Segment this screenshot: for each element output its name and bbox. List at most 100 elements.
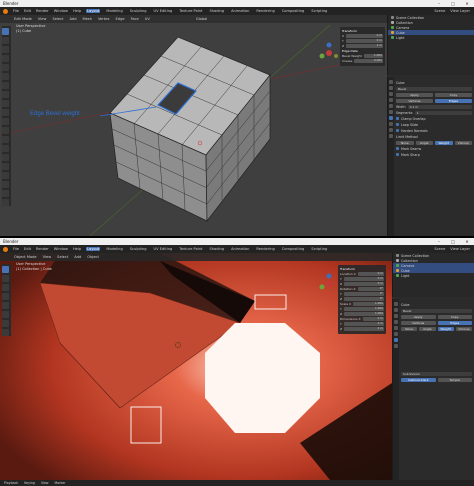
render-tab-icon[interactable] (394, 308, 398, 312)
apply-button[interactable]: Apply (401, 314, 436, 319)
tab-edges[interactable]: Edges (437, 320, 472, 325)
maximize-button[interactable]: □ (446, 239, 460, 244)
particles-tab-icon[interactable] (389, 122, 393, 126)
render-tab-icon[interactable] (389, 86, 393, 90)
move-tool-icon[interactable] (2, 284, 9, 291)
bevel-tool-icon[interactable] (2, 118, 9, 125)
material-tab-icon[interactable] (389, 134, 393, 138)
menu-edit[interactable]: Edit (24, 247, 31, 251)
second-modifier-name-field[interactable]: Subdivision (401, 371, 472, 376)
limit-weight-button[interactable]: Weight (437, 326, 454, 331)
menu-file[interactable]: File (13, 9, 19, 13)
header-menu-object[interactable]: Object (87, 255, 99, 259)
tab-vertices[interactable]: Vertices (396, 98, 433, 103)
blender-logo-icon[interactable] (3, 246, 8, 252)
header-menu-select[interactable]: Select (57, 255, 68, 259)
menu-window[interactable]: Window (54, 247, 68, 251)
measure-tool-icon[interactable] (2, 91, 9, 98)
tab-modeling[interactable]: Modeling (105, 9, 123, 13)
tab-texture-paint[interactable]: Texture Paint (178, 247, 203, 251)
tab-animation[interactable]: Animation (230, 9, 250, 13)
material-tab-icon[interactable] (394, 344, 398, 348)
modifier-tab-icon[interactable] (394, 338, 398, 342)
annotate-tool-icon[interactable] (2, 82, 9, 89)
tab-compositing[interactable]: Compositing (281, 9, 306, 13)
scene-tab-icon[interactable] (394, 320, 398, 324)
annotate-tool-icon[interactable] (2, 320, 9, 327)
tab-animation[interactable]: Animation (230, 247, 250, 251)
object-tab-icon[interactable] (394, 332, 398, 336)
edge-slide-tool-icon[interactable] (2, 172, 9, 179)
copy-button[interactable]: Copy (435, 92, 472, 97)
cursor-tool-icon[interactable] (2, 275, 9, 282)
close-button[interactable]: ✕ (460, 1, 474, 6)
physics-tab-icon[interactable] (389, 128, 393, 132)
scene-selector[interactable]: Scene (434, 247, 445, 251)
rotate-tool-icon[interactable] (2, 293, 9, 300)
tab-rendering[interactable]: Rendering (255, 247, 275, 251)
spin-tool-icon[interactable] (2, 154, 9, 161)
select-tool-icon[interactable] (2, 28, 9, 35)
apply-button[interactable]: Apply (396, 92, 433, 97)
limit-weight-button[interactable]: Weight (435, 140, 453, 145)
header-menu-view[interactable]: View (43, 255, 52, 259)
timeline-view[interactable]: View (41, 481, 49, 485)
scale-tool-icon[interactable] (2, 64, 9, 71)
check-row[interactable]: Harden Normals (396, 128, 472, 133)
menu-render[interactable]: Render (36, 247, 49, 251)
tab-texture-paint[interactable]: Texture Paint (178, 9, 203, 13)
tab-layout[interactable]: Layout (86, 9, 101, 13)
tab-scripting[interactable]: Scripting (310, 247, 328, 251)
mode-selector[interactable]: Object Mode (14, 255, 37, 259)
tool-tab-icon[interactable] (389, 80, 393, 84)
world-tab-icon[interactable] (394, 326, 398, 330)
outliner-row[interactable]: Light (388, 35, 474, 40)
rotate-tool-icon[interactable] (2, 55, 9, 62)
menu-file[interactable]: File (13, 247, 19, 251)
tab-rendering[interactable]: Rendering (255, 9, 275, 13)
tab-scripting[interactable]: Scripting (310, 9, 328, 13)
simple-button[interactable]: Simple (437, 377, 472, 382)
transform-tool-icon[interactable] (2, 73, 9, 80)
tab-uv-editing[interactable]: UV Editing (153, 247, 174, 251)
tab-shading[interactable]: Shading (208, 9, 225, 13)
maximize-button[interactable]: □ (446, 1, 460, 6)
menu-help[interactable]: Help (73, 9, 81, 13)
menu-edit[interactable]: Edit (24, 9, 31, 13)
tab-vertices[interactable]: Vertices (401, 320, 436, 325)
timeline-keying[interactable]: Keying (24, 481, 35, 485)
scene-tab-icon[interactable] (389, 98, 393, 102)
rip-tool-icon[interactable] (2, 199, 9, 206)
timeline-playback[interactable]: Playback (4, 481, 18, 485)
limit-vgroup-button[interactable]: VGroup (454, 140, 472, 145)
bottom-3d-viewport[interactable]: Object Mode View Select Add Object User … (0, 253, 392, 480)
menu-window[interactable]: Window (54, 9, 68, 13)
modifier-tab-icon[interactable] (389, 116, 393, 120)
smooth-tool-icon[interactable] (2, 163, 9, 170)
check-row[interactable]: Clamp Overlap (396, 116, 472, 121)
check-row[interactable]: Mark Seams (396, 146, 472, 151)
polybuild-tool-icon[interactable] (2, 145, 9, 152)
world-tab-icon[interactable] (389, 104, 393, 108)
menu-help[interactable]: Help (73, 247, 81, 251)
loopcut-tool-icon[interactable] (2, 127, 9, 134)
limit-angle-button[interactable]: Angle (415, 140, 433, 145)
modifier-name-field[interactable]: Bevel (396, 86, 472, 91)
close-button[interactable]: ✕ (460, 239, 474, 244)
menu-render[interactable]: Render (36, 9, 49, 13)
transform-tool-icon[interactable] (2, 311, 9, 318)
tab-modeling[interactable]: Modeling (105, 247, 123, 251)
tab-sculpting[interactable]: Sculpting (129, 9, 148, 13)
object-tab-icon[interactable] (389, 110, 393, 114)
top-3d-viewport[interactable]: Edit Mode View Select Add Mesh Vertex Ed… (0, 15, 387, 236)
timeline-marker[interactable]: Marker (55, 481, 66, 485)
measure-tool-icon[interactable] (2, 329, 9, 336)
navigation-gizmo-icon[interactable] (318, 42, 340, 64)
knife-tool-icon[interactable] (2, 136, 9, 143)
tab-uv-editing[interactable]: UV Editing (153, 9, 174, 13)
shear-tool-icon[interactable] (2, 190, 9, 197)
limit-none-button[interactable]: None (396, 140, 414, 145)
extrude-tool-icon[interactable] (2, 100, 9, 107)
tab-sculpting[interactable]: Sculpting (129, 247, 148, 251)
blender-logo-icon[interactable] (3, 8, 8, 14)
